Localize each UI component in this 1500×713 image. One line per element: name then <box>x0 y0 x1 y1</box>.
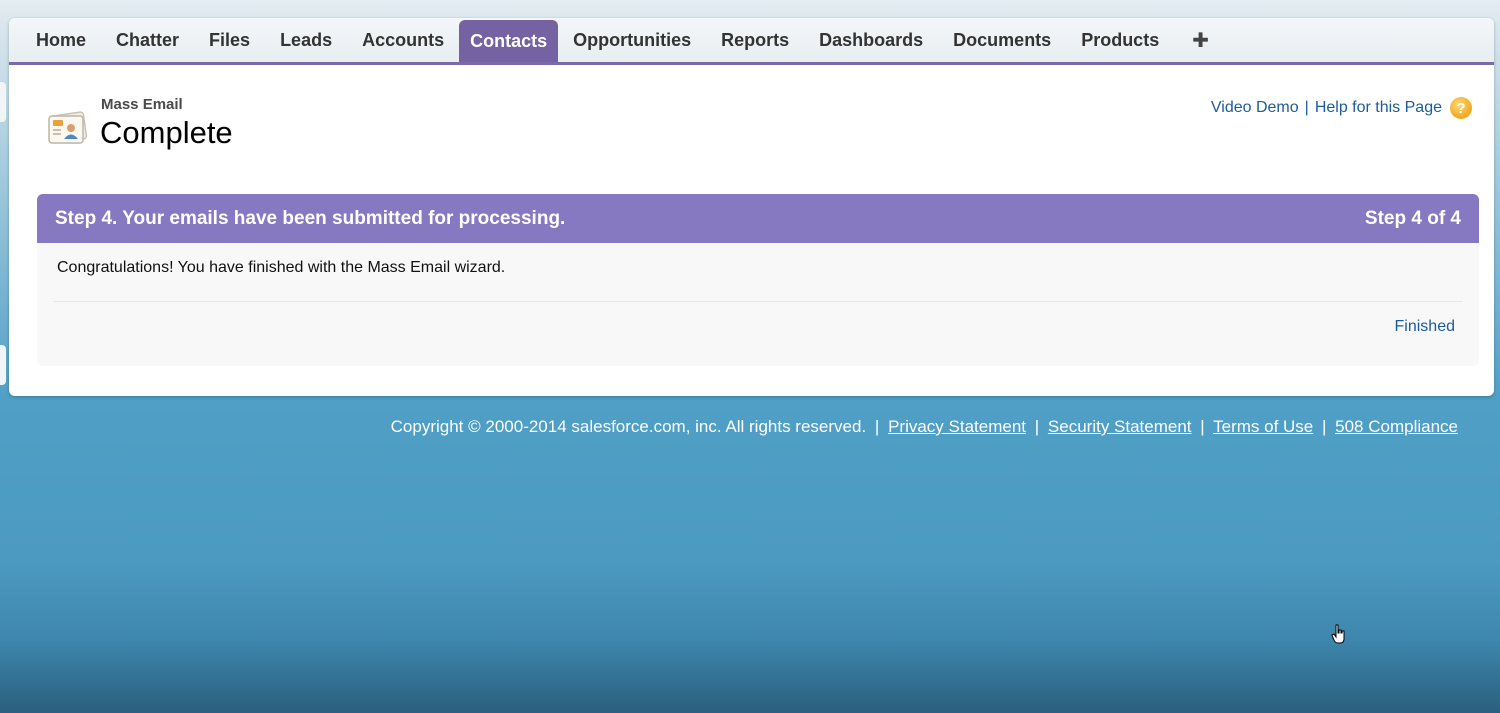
tab-dashboards[interactable]: Dashboards <box>804 18 938 62</box>
footer-separator: | <box>1321 417 1327 436</box>
side-handle-top[interactable] <box>0 82 6 122</box>
step-title: Step 4. Your emails have been submitted … <box>55 207 566 229</box>
security-statement-link[interactable]: Security Statement <box>1048 417 1192 436</box>
tab-list: Home Chatter Files Leads Accounts Contac… <box>21 18 1227 62</box>
side-handle-bottom[interactable] <box>0 345 6 385</box>
hand-cursor-icon <box>1331 624 1345 644</box>
step-header: Step 4. Your emails have been submitted … <box>37 194 1479 243</box>
footer-separator: | <box>1034 417 1040 436</box>
tab-documents[interactable]: Documents <box>938 18 1066 62</box>
add-tab-plus-icon[interactable]: ✚ <box>1174 18 1227 62</box>
main-frame: Home Chatter Files Leads Accounts Contac… <box>9 18 1494 396</box>
footer: Copyright © 2000-2014 salesforce.com, in… <box>391 417 1458 437</box>
tab-products[interactable]: Products <box>1066 18 1174 62</box>
privacy-statement-link[interactable]: Privacy Statement <box>888 417 1026 436</box>
help-separator: | <box>1304 99 1309 116</box>
tab-chatter[interactable]: Chatter <box>101 18 194 62</box>
step-panel: Step 4. Your emails have been submitted … <box>37 194 1479 366</box>
tab-leads[interactable]: Leads <box>265 18 347 62</box>
footer-separator: | <box>874 417 880 436</box>
508-compliance-link[interactable]: 508 Compliance <box>1335 417 1458 436</box>
tab-files[interactable]: Files <box>194 18 265 62</box>
help-question-icon[interactable]: ? <box>1450 97 1472 119</box>
tab-reports[interactable]: Reports <box>706 18 804 62</box>
tab-opportunities[interactable]: Opportunities <box>558 18 706 62</box>
tab-accounts[interactable]: Accounts <box>347 18 459 62</box>
tab-bar: Home Chatter Files Leads Accounts Contac… <box>9 18 1494 65</box>
step-divider <box>53 301 1463 302</box>
tab-contacts[interactable]: Contacts <box>459 20 559 62</box>
step-counter: Step 4 of 4 <box>1364 207 1461 229</box>
terms-of-use-link[interactable]: Terms of Use <box>1213 417 1313 436</box>
page-type-label: Mass Email <box>101 96 183 113</box>
help-for-page-link[interactable]: Help for this Page <box>1315 99 1442 117</box>
contact-card-icon <box>48 111 88 144</box>
finished-link[interactable]: Finished <box>1395 318 1455 336</box>
copyright-text: Copyright © 2000-2014 salesforce.com, in… <box>390 417 867 436</box>
footer-separator: | <box>1200 417 1205 436</box>
step-message: Congratulations! You have finished with … <box>57 259 506 276</box>
video-demo-link[interactable]: Video Demo <box>1211 99 1299 117</box>
page-title: Complete <box>100 115 233 150</box>
tab-home[interactable]: Home <box>21 18 101 62</box>
help-links: Video Demo | Help for this Page ? <box>1211 97 1472 119</box>
